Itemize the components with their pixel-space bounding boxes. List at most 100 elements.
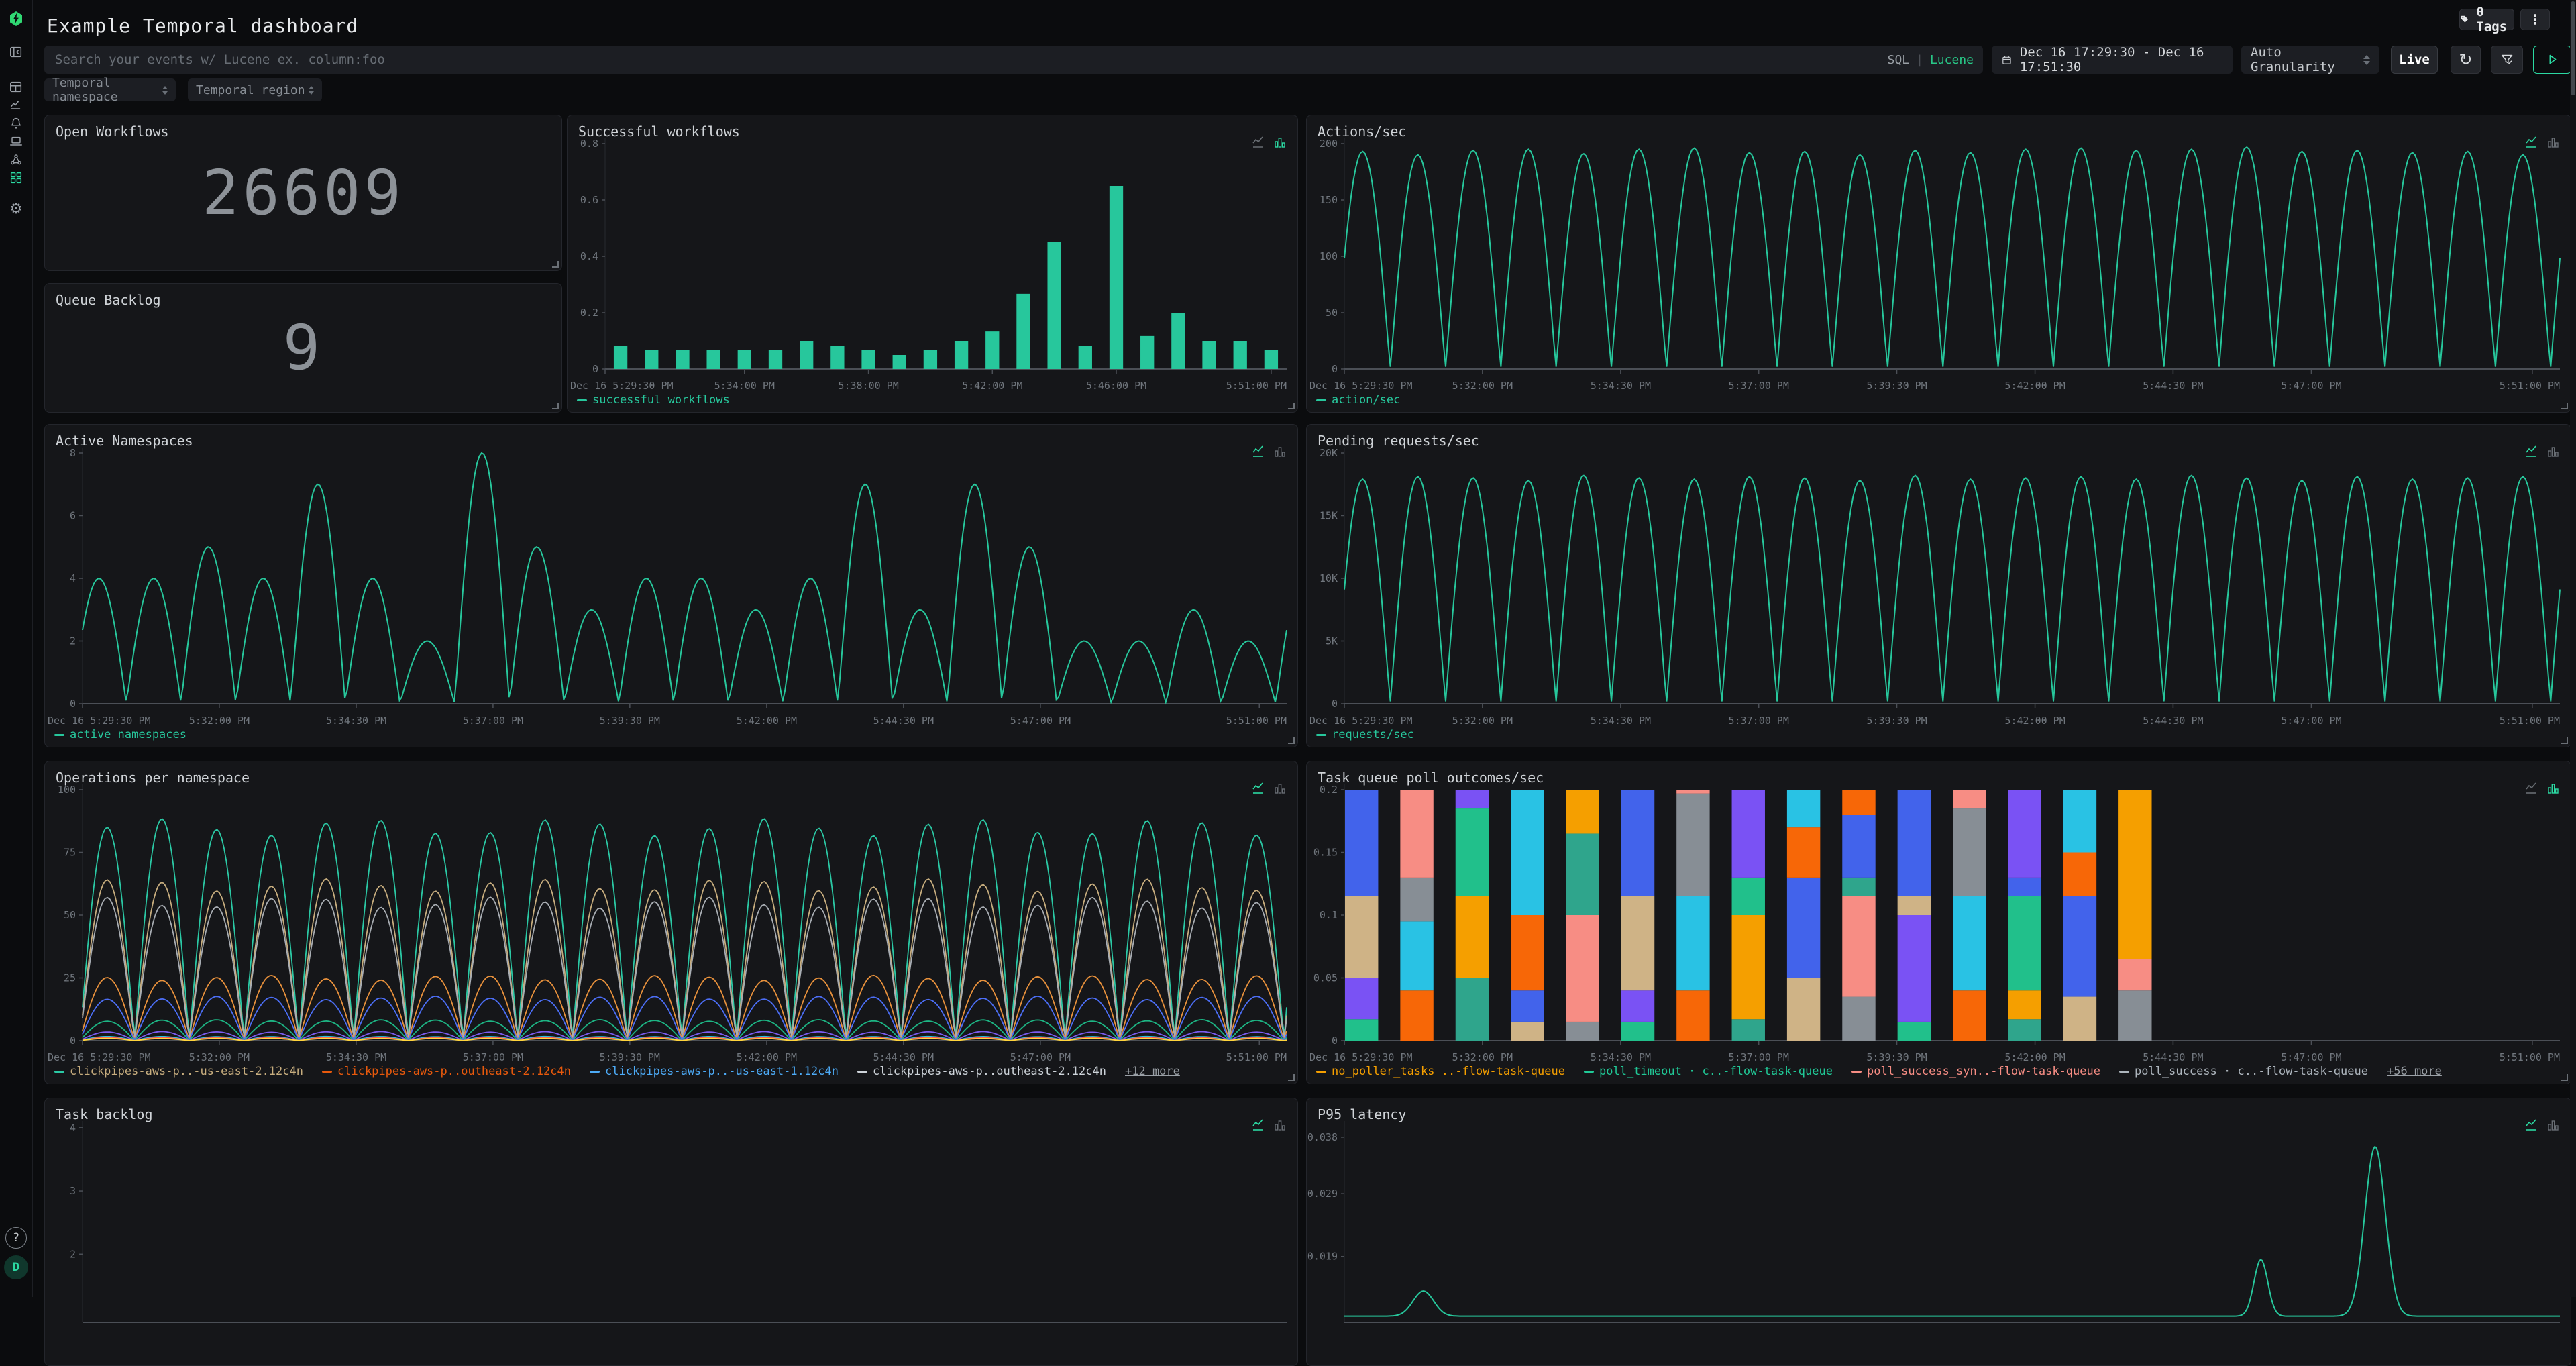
kebab-icon: ⋮ <box>2528 13 2542 26</box>
refresh-icon: ↻ <box>2459 52 2472 68</box>
operations_per_namespace-chart: 1007550250Dec 16 5:29:30 PM5:32:00 PM5:3… <box>45 761 1297 1084</box>
collapse-sidebar-icon[interactable] <box>8 44 24 60</box>
line-chart-toggle-icon[interactable] <box>1252 1118 1265 1132</box>
line-chart-toggle-icon[interactable] <box>2525 136 2538 149</box>
legend-dash-icon <box>1316 1071 1326 1073</box>
legend-label: poll_timeout · c..-flow-task-queue <box>1599 1065 1833 1078</box>
legend-label: clickpipes-aws-p..-us-east-2.12c4n <box>70 1065 303 1078</box>
run-query-button[interactable] <box>2533 46 2571 74</box>
legend-item[interactable]: no_poller_tasks ..-flow-task-queue <box>1316 1065 1565 1078</box>
granularity-select[interactable]: Auto Granularity <box>2241 46 2379 74</box>
chart-explorer-icon[interactable] <box>8 97 24 113</box>
help-button[interactable]: ? <box>5 1227 27 1249</box>
panel-active-namespaces: Active Namespaces 86420Dec 16 5:29:30 PM… <box>44 424 1298 747</box>
svg-text:5:37:00 PM: 5:37:00 PM <box>463 715 523 727</box>
line-chart-toggle-icon[interactable] <box>2525 445 2538 458</box>
svg-text:5:37:00 PM: 5:37:00 PM <box>1729 1051 1789 1063</box>
svg-text:0: 0 <box>1332 363 1338 375</box>
svg-text:Dec 16 5:29:30 PM: Dec 16 5:29:30 PM <box>48 1051 151 1063</box>
legend-label: clickpipes-aws-p..outheast-2.12c4n <box>873 1065 1106 1078</box>
scrollbar-thumb[interactable] <box>2571 1 2575 95</box>
bar-chart-toggle-icon[interactable] <box>1273 782 1287 795</box>
legend-item[interactable]: clickpipes-aws-p..-us-east-1.12c4n <box>590 1065 839 1078</box>
svg-text:5:44:30 PM: 5:44:30 PM <box>2143 380 2203 392</box>
query-language-toggle[interactable]: SQL | Lucene <box>1888 46 1974 74</box>
chevron-updown-icon <box>162 86 168 95</box>
legend-more-link[interactable]: +56 more <box>2387 1065 2442 1078</box>
legend-item[interactable]: clickpipes-aws-p..outheast-2.12c4n <box>857 1065 1106 1078</box>
line-chart-toggle-icon[interactable] <box>2525 782 2538 795</box>
settings-gear-icon[interactable]: ⚙ <box>8 201 24 217</box>
refresh-button[interactable]: ↻ <box>2451 46 2481 74</box>
svg-text:5:32:00 PM: 5:32:00 PM <box>1452 1051 1513 1063</box>
svg-text:5:51:00 PM: 5:51:00 PM <box>1226 380 1287 392</box>
legend-item[interactable]: poll_success_syn..-flow-task-queue <box>1851 1065 2100 1078</box>
dashboards-icon[interactable] <box>8 170 24 186</box>
bar-chart-toggle-icon[interactable] <box>1273 445 1287 458</box>
legend-dash-icon <box>54 734 64 736</box>
panel-task-backlog: Task backlog 432 <box>44 1098 1298 1366</box>
bar-chart-toggle-icon[interactable] <box>1273 1118 1287 1132</box>
app-logo-icon[interactable] <box>8 11 24 27</box>
legend-label: successful workflows <box>592 393 730 407</box>
panel-p95-latency: P95 latency 0.0380.0290.019 <box>1306 1098 2571 1366</box>
task_backlog-chart: 432 <box>45 1098 1297 1365</box>
legend-item[interactable]: successful workflows <box>577 393 730 407</box>
resize-handle[interactable] <box>552 403 559 409</box>
bar-chart-toggle-icon[interactable] <box>1273 136 1287 149</box>
line-chart-toggle-icon[interactable] <box>1252 445 1265 458</box>
legend-label: clickpipes-aws-p..outheast-2.12c4n <box>337 1065 571 1078</box>
tag-icon <box>2460 13 2470 26</box>
legend-item[interactable]: poll_timeout · c..-flow-task-queue <box>1584 1065 1833 1078</box>
bar-chart-toggle-icon[interactable] <box>2546 136 2560 149</box>
date-range-picker[interactable]: Dec 16 17:29:30 - Dec 16 17:51:30 <box>1992 46 2233 74</box>
svg-text:25: 25 <box>64 972 76 984</box>
sql-mode-label[interactable]: SQL <box>1888 53 1910 67</box>
line-chart-toggle-icon[interactable] <box>2525 1118 2538 1132</box>
svg-text:4: 4 <box>70 572 76 584</box>
svg-text:0.05: 0.05 <box>1313 972 1338 984</box>
legend-more-link[interactable]: +12 more <box>1125 1065 1180 1078</box>
legend-item[interactable]: poll_success · c..-flow-task-queue <box>2119 1065 2368 1078</box>
legend-item[interactable]: clickpipes-aws-p..outheast-2.12c4n <box>322 1065 571 1078</box>
panel-title: Successful workflows <box>578 123 740 140</box>
filter-chip-temporal-region[interactable]: Temporal region <box>188 78 322 101</box>
line-chart-toggle-icon[interactable] <box>1252 136 1265 149</box>
chart-legend: action/sec <box>1316 393 1400 407</box>
panel-task-queue-poll-outcomes: Task queue poll outcomes/sec 0.20.150.10… <box>1306 761 2571 1084</box>
svg-text:5:47:00 PM: 5:47:00 PM <box>1010 715 1071 727</box>
svg-text:5:51:00 PM: 5:51:00 PM <box>2500 1051 2560 1063</box>
svg-text:100: 100 <box>1320 250 1338 262</box>
live-button[interactable]: Live <box>2391 46 2438 74</box>
lucene-mode-label[interactable]: Lucene <box>1930 53 1974 67</box>
search-events-icon[interactable] <box>8 79 24 95</box>
svg-text:Dec 16 5:29:30 PM: Dec 16 5:29:30 PM <box>1309 1051 1413 1063</box>
legend-item[interactable]: requests/sec <box>1316 728 1414 741</box>
service-map-icon[interactable] <box>8 152 24 168</box>
bar-chart-toggle-icon[interactable] <box>2546 782 2560 795</box>
svg-text:5:51:00 PM: 5:51:00 PM <box>2500 380 2560 392</box>
vertical-scrollbar[interactable] <box>2570 0 2576 1297</box>
filter-chip-temporal-namespace[interactable]: Temporal namespace <box>44 78 176 101</box>
svg-text:5:37:00 PM: 5:37:00 PM <box>463 1051 523 1063</box>
legend-dash-icon <box>1316 734 1326 736</box>
panel-queue-backlog: Queue Backlog 9 <box>44 283 562 413</box>
sessions-laptop-icon[interactable] <box>8 134 24 150</box>
user-avatar[interactable]: D <box>4 1255 28 1279</box>
filters-button[interactable] <box>2491 46 2523 74</box>
dashboard-menu-button[interactable]: ⋮ <box>2520 9 2550 30</box>
tags-button[interactable]: 0 Tags <box>2459 9 2514 30</box>
alerts-bell-icon[interactable] <box>8 115 24 132</box>
svg-text:Dec 16 5:29:30 PM: Dec 16 5:29:30 PM <box>1309 380 1413 392</box>
legend-item[interactable]: action/sec <box>1316 393 1400 407</box>
legend-item[interactable]: active namespaces <box>54 728 186 741</box>
line-chart-toggle-icon[interactable] <box>1252 782 1265 795</box>
svg-text:5:46:00 PM: 5:46:00 PM <box>1086 380 1146 392</box>
filter-funnel-icon <box>2500 53 2514 67</box>
legend-item[interactable]: clickpipes-aws-p..-us-east-2.12c4n <box>54 1065 303 1078</box>
search-input[interactable] <box>44 46 1983 74</box>
bar-chart-toggle-icon[interactable] <box>2546 1118 2560 1132</box>
resize-handle[interactable] <box>552 261 559 268</box>
bar-chart-toggle-icon[interactable] <box>2546 445 2560 458</box>
svg-text:4: 4 <box>70 1122 76 1134</box>
